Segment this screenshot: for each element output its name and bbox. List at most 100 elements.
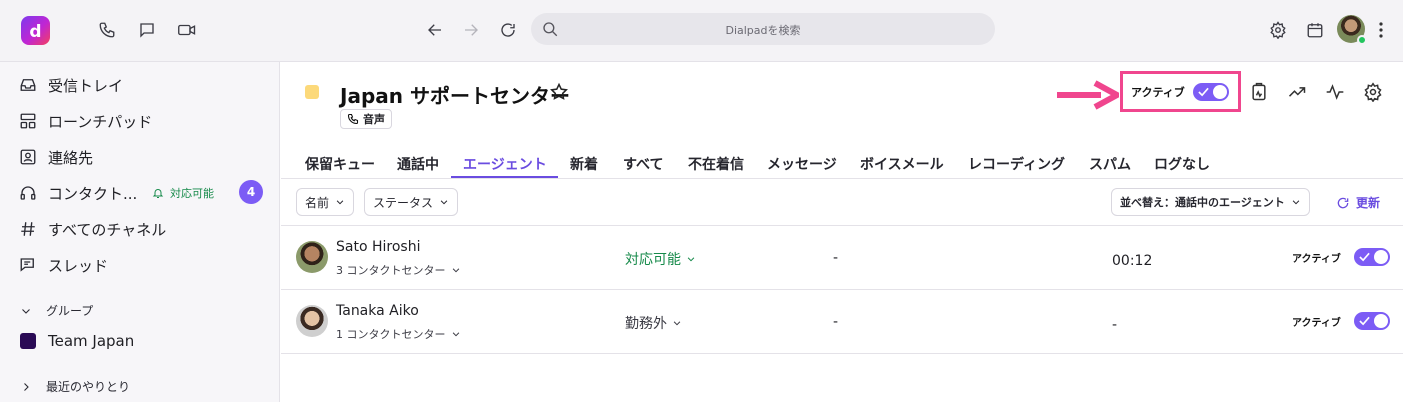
agent-duration: 00:12 (1112, 253, 1153, 269)
sort-dropdown-label: 並べ替え：通話中のエージェント (1120, 196, 1285, 209)
refresh-icon (1337, 197, 1349, 208)
agent-name: Tanaka Aiko (336, 303, 419, 319)
inbox-icon (18, 75, 38, 95)
tab-hold-queue[interactable]: 保留キュー (305, 154, 375, 174)
tab-no-log[interactable]: ログなし (1154, 154, 1210, 174)
agent-status-dropdown[interactable]: 対応可能 (625, 249, 696, 269)
more-icon[interactable] (1372, 19, 1390, 41)
recent-section-header[interactable]: 最近のやりとり (20, 378, 130, 395)
contacts-icon (18, 147, 38, 167)
sidebar-item-label: コンタクト... (48, 184, 138, 203)
refresh-button[interactable]: 更新 (1336, 194, 1380, 211)
agent-status-label: 勤務外 (625, 316, 667, 332)
table-row[interactable]: Tanaka Aiko 1 コンタクトセンター 勤務外 - - アクティブ (281, 289, 1403, 353)
sidebar-item-label: ローンチパッド (48, 112, 153, 131)
table-row[interactable]: Sato Hiroshi 3 コンタクトセンター 対応可能 - 00:12 アク… (281, 225, 1403, 289)
headset-icon (18, 183, 38, 203)
group-header-label: グループ (46, 304, 94, 318)
check-icon (1359, 316, 1370, 326)
trend-icon[interactable] (1287, 82, 1307, 102)
tab-missed[interactable]: 不在着信 (688, 154, 744, 174)
chevron-down-icon (1292, 200, 1300, 205)
phone-icon[interactable] (96, 19, 118, 41)
chevron-down-icon (20, 305, 32, 317)
agent-centers-label: 1 コンタクトセンター (336, 328, 446, 341)
sidebar-item-label: 連絡先 (48, 148, 94, 167)
user-avatar[interactable] (1337, 15, 1367, 45)
sidebar-item-label: すべてのチャネル (48, 220, 167, 239)
chevron-down-icon (336, 200, 344, 205)
voice-tag: 音声 (340, 109, 392, 129)
search-placeholder: Dialpadを検索 (725, 24, 801, 37)
sidebar-item-inbox[interactable]: 受信トレイ (18, 73, 123, 97)
agent-centers[interactable]: 1 コンタクトセンター (336, 326, 461, 342)
sidebar-item-contact-center[interactable]: コンタクト... (18, 181, 137, 205)
settings-icon[interactable] (1267, 19, 1289, 41)
tab-bar: 保留キュー 通話中 エージェント 新着 すべて 不在着信 メッセージ ボイスメー… (281, 148, 1403, 179)
status-filter-label: ステータス (373, 195, 434, 210)
chevron-down-icon (452, 332, 459, 337)
search-input[interactable]: Dialpadを検索 (531, 13, 995, 45)
chat-icon[interactable] (136, 19, 158, 41)
check-icon (1198, 87, 1209, 97)
agent-active-label: アクティブ (1292, 318, 1341, 329)
availability-status[interactable]: 対応可能 (152, 185, 214, 201)
launchpad-icon (18, 111, 38, 131)
star-icon[interactable] (549, 82, 569, 102)
activity-icon[interactable] (1325, 82, 1345, 102)
tab-all[interactable]: すべて (623, 154, 663, 174)
back-icon[interactable] (424, 19, 446, 41)
status-filter[interactable]: ステータス (364, 188, 459, 216)
agent-centers-label: 3 コンタクトセンター (336, 264, 446, 277)
tab-agents[interactable]: エージェント (463, 154, 547, 174)
sidebar-item-label: スレッド (48, 256, 109, 275)
recent-header-label: 最近のやりとり (46, 380, 131, 394)
agent-active-toggle[interactable] (1354, 248, 1390, 266)
sidebar-item-all-channels[interactable]: すべてのチャネル (18, 217, 166, 241)
toggle-knob (1374, 250, 1388, 264)
sort-dropdown[interactable]: 並べ替え：通話中のエージェント (1111, 188, 1310, 216)
hash-icon (18, 219, 38, 239)
forward-icon[interactable] (460, 19, 482, 41)
phone-icon (347, 113, 359, 125)
agent-active-toggle[interactable] (1354, 312, 1390, 330)
tab-spam[interactable]: スパム (1089, 154, 1131, 174)
tab-on-call[interactable]: 通話中 (397, 154, 439, 174)
agent-avatar (296, 305, 328, 337)
toggle-knob (1213, 85, 1227, 99)
sidebar-item-launchpad[interactable]: ローンチパッド (18, 109, 152, 133)
active-tab-indicator (451, 176, 558, 178)
center-active-toggle[interactable] (1193, 83, 1229, 101)
sidebar-item-team-japan[interactable]: Team Japan (20, 329, 134, 353)
calendar-icon[interactable] (1304, 19, 1326, 41)
bell-icon (152, 189, 164, 198)
sidebar-item-label: Team Japan (48, 332, 135, 350)
reload-icon[interactable] (497, 19, 519, 41)
tab-messages[interactable]: メッセージ (767, 154, 837, 174)
agent-centers[interactable]: 3 コンタクトセンター (336, 262, 461, 278)
dialpad-logo[interactable]: d (21, 16, 50, 45)
agent-call-info: - (833, 250, 839, 266)
chevron-down-icon (452, 268, 459, 273)
agent-active-label: アクティブ (1292, 254, 1341, 265)
tab-new[interactable]: 新着 (570, 154, 598, 174)
tab-recordings[interactable]: レコーディング (968, 154, 1065, 174)
agent-avatar (296, 241, 328, 273)
chevron-down-icon (440, 200, 448, 205)
center-settings-icon[interactable] (1363, 82, 1383, 102)
sidebar-item-contacts[interactable]: 連絡先 (18, 145, 93, 169)
toggle-knob (1374, 314, 1388, 328)
team-color-square (20, 333, 36, 349)
top-bar: d Dialpadを検索 (0, 0, 1403, 62)
check-icon (1359, 252, 1370, 262)
video-icon[interactable] (176, 19, 198, 41)
sidebar-item-threads[interactable]: スレッド (18, 253, 108, 277)
agent-status-label: 対応可能 (625, 252, 681, 268)
group-section-header[interactable]: グループ (20, 302, 93, 319)
agent-status-dropdown[interactable]: 勤務外 (625, 313, 682, 333)
thread-icon (18, 255, 38, 275)
name-filter[interactable]: 名前 (296, 188, 355, 216)
active-label: アクティブ (1131, 86, 1185, 99)
clipboard-icon[interactable] (1249, 82, 1269, 102)
tab-voicemail[interactable]: ボイスメール (860, 154, 944, 174)
